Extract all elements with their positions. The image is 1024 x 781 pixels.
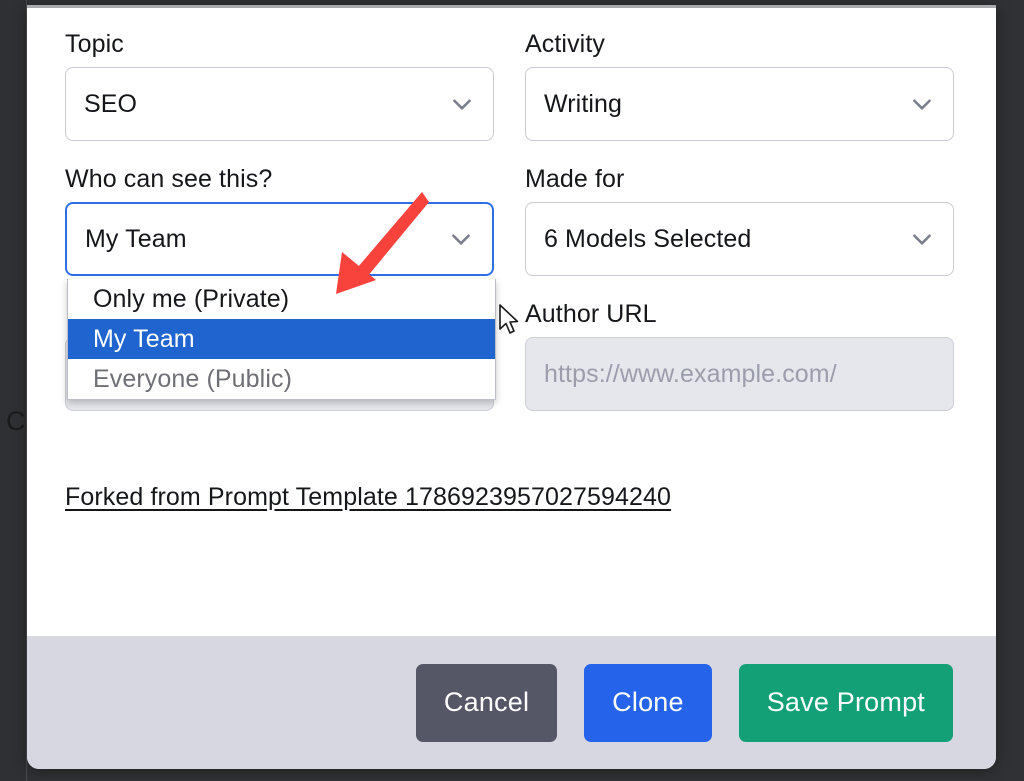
clone-button[interactable]: Clone: [584, 663, 712, 742]
field-topic: Topic SEO: [65, 28, 494, 141]
modal-body: Topic SEO Activity Writing Who can see t…: [27, 8, 996, 636]
left-rail: [0, 0, 27, 781]
forked-from-wrap: Forked from Prompt Template 178692395702…: [65, 483, 958, 512]
modal-footer: Cancel Clone Save Prompt: [27, 636, 996, 769]
made-for-value: 6 Models Selected: [544, 224, 752, 253]
form-row-visibility-madefor: Who can see this? My Team Only me (Priva…: [65, 163, 958, 400]
field-made-for: Made for 6 Models Selected: [525, 163, 954, 276]
activity-value: Writing: [544, 89, 623, 118]
topic-label: Topic: [65, 30, 124, 58]
field-activity: Activity Writing: [525, 28, 954, 141]
topic-select[interactable]: SEO: [65, 67, 494, 141]
made-for-select[interactable]: 6 Models Selected: [525, 202, 954, 276]
chevron-down-icon: [909, 91, 935, 117]
visibility-option-my-team[interactable]: My Team: [68, 319, 495, 359]
chevron-down-icon: [449, 91, 475, 117]
author-url-placeholder: https://www.example.com/: [544, 359, 837, 388]
form-row-topic-activity: Topic SEO Activity Writing: [65, 28, 958, 141]
visibility-option-public[interactable]: Everyone (Public): [68, 359, 495, 399]
visibility-option-private[interactable]: Only me (Private): [68, 279, 495, 319]
save-prompt-button[interactable]: Save Prompt: [738, 663, 953, 742]
cancel-button[interactable]: Cancel: [415, 663, 558, 742]
made-for-label: Made for: [525, 165, 625, 193]
field-visibility: Who can see this? My Team Only me (Priva…: [65, 163, 496, 400]
author-url-input[interactable]: https://www.example.com/: [525, 337, 954, 411]
visibility-option-label: Only me (Private): [93, 284, 290, 313]
visibility-label: Who can see this?: [65, 165, 273, 193]
forked-from-link[interactable]: Forked from Prompt Template 178692395702…: [65, 483, 671, 512]
visibility-select[interactable]: My Team Only me (Private) My Team Everyo…: [65, 202, 496, 400]
visibility-option-label: Everyone (Public): [93, 364, 293, 393]
visibility-value: My Team: [85, 224, 187, 253]
topic-value: SEO: [84, 89, 138, 118]
field-author-url: Author URL https://www.example.com/: [525, 298, 954, 411]
chevron-down-icon: [909, 226, 935, 252]
author-url-label: Author URL: [525, 300, 657, 328]
visibility-options-menu[interactable]: Only me (Private) My Team Everyone (Publ…: [67, 279, 496, 400]
activity-select[interactable]: Writing: [525, 67, 954, 141]
visibility-option-label: My Team: [93, 324, 195, 353]
backdrop-partial-text: C: [6, 406, 26, 436]
row-spacer: [65, 141, 958, 163]
prompt-settings-modal: Topic SEO Activity Writing Who can see t…: [27, 5, 996, 769]
chevron-down-icon: [448, 226, 474, 252]
activity-label: Activity: [525, 30, 605, 58]
